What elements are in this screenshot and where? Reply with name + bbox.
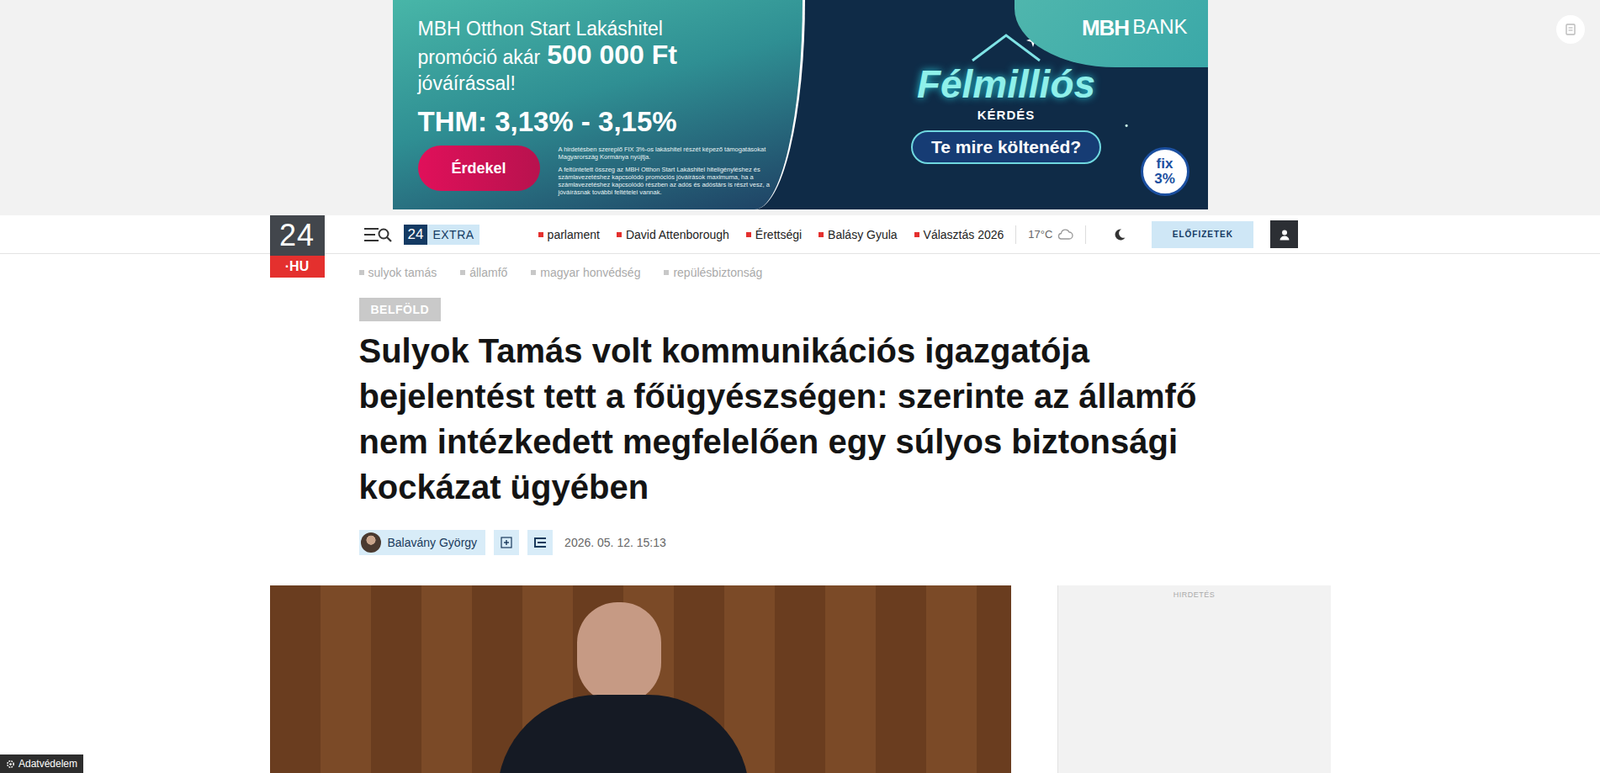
tag-marker: [530, 270, 536, 276]
link-marker: [616, 232, 622, 238]
photo-figure: [577, 602, 662, 704]
ad-right-panel: MBHBANKFélmilliósKÉRDÉS Te mire költenéd?…: [805, 0, 1208, 210]
divider: [1015, 225, 1017, 244]
user-icon: [1278, 228, 1291, 241]
link-marker: [914, 232, 920, 238]
article-title: Sulyok Tamás volt kommunikációs igazgató…: [359, 328, 1209, 510]
article-meta: Balavány György 2026. 05. 12. 15:13: [359, 529, 1331, 556]
tag-marker: [460, 270, 466, 276]
ad-disclaimers: A hirdetésben szereplő FIX 3%-os lakáshi…: [558, 145, 778, 202]
ad-disclaimer: A feltüntetett összeg az MBH Otthon Star…: [558, 165, 778, 197]
ad-headline: MBH Otthon Start Lakáshitel: [418, 16, 783, 41]
ad-thm: THM: 3,13% - 3,15%: [418, 105, 783, 139]
menu-search-icon[interactable]: [363, 225, 393, 244]
ad-banner[interactable]: MBH Otthon Start Lakáshitelpromóció akár…: [392, 0, 1208, 210]
moon-icon[interactable]: [1112, 227, 1127, 242]
campaign-subtitle: KÉRDÉS: [977, 107, 1036, 122]
nav-link[interactable]: parlament: [538, 227, 600, 242]
nav-links: parlament David Attenborough Érettségi Balá…: [538, 227, 1005, 242]
bank-logo: MBHBANK: [1014, 0, 1208, 68]
tag-row: sulyok tamás államfő magyar honvédség repül…: [270, 264, 1331, 281]
author-avatar: [360, 532, 382, 553]
campaign-title: Félmilliós: [916, 62, 1096, 106]
photo-figure-body: [497, 694, 750, 773]
ad-bottom-row: Érdekel A hirdetésben szereplő FIX 3%-os …: [418, 145, 783, 202]
reader-button[interactable]: [1556, 15, 1585, 44]
tag-link[interactable]: repülésbiztonság: [663, 265, 763, 280]
nav-link[interactable]: Érettségi: [746, 227, 802, 242]
tag-link[interactable]: magyar honvédség: [530, 265, 641, 280]
fix-badge: fix3%: [1140, 147, 1190, 197]
tag-link[interactable]: sulyok tamás: [359, 265, 438, 280]
extra-e-icon: [533, 536, 547, 549]
cloud-icon: [1056, 228, 1074, 240]
tag-link[interactable]: államfő: [460, 265, 508, 280]
tag-marker: [663, 270, 669, 276]
article-header: BELFÖLD Sulyok Tamás volt kommunikációs i…: [270, 280, 1331, 556]
sidebar-ad: HIRDETÉS: [1057, 585, 1331, 773]
nav-link[interactable]: David Attenborough: [616, 227, 730, 242]
site-logo-wrap: 24·HU: [270, 215, 325, 254]
ad-cta-button[interactable]: Érdekel: [418, 145, 541, 191]
nav-link[interactable]: Balásy Gyula: [818, 227, 897, 242]
campaign-question: Te mire költenéd?: [911, 130, 1102, 165]
privacy-button[interactable]: Adatvédelem: [0, 754, 84, 773]
follow-button[interactable]: [493, 529, 520, 556]
site-logo[interactable]: 24·HU: [270, 215, 325, 278]
document-icon: [1565, 23, 1576, 36]
extra-button[interactable]: [527, 529, 553, 556]
author-pill[interactable]: Balavány György: [359, 529, 487, 556]
article-photo: [270, 585, 1012, 773]
category-badge[interactable]: BELFÖLD: [359, 297, 442, 322]
plus-icon: [500, 536, 513, 549]
nav-link[interactable]: Választás 2026: [914, 227, 1005, 242]
user-button[interactable]: [1270, 220, 1299, 249]
ad-disclaimer: A hirdetésben szereplő FIX 3%-os lakáshi…: [558, 145, 778, 161]
divider: [1085, 225, 1087, 244]
tag-marker: [359, 270, 365, 276]
nav-bar: 24·HU 24EXTRA parlament David Attenborough É…: [0, 215, 1600, 255]
page: MBH Otthon Start Lakáshitelpromóció akár…: [0, 0, 1600, 773]
ad-promo: promóció akár500 000 Ft: [418, 40, 783, 72]
ad-left-panel: MBH Otthon Start Lakáshitelpromóció akár…: [392, 0, 806, 210]
content-row: HIRDETÉS: [270, 585, 1331, 773]
link-marker: [538, 232, 544, 238]
main-content: sulyok tamás államfő magyar honvédség repül…: [270, 264, 1331, 773]
ad-promo-suffix: jóváírással!: [418, 71, 783, 96]
top-ad-area: MBH Otthon Start Lakáshitelpromóció akár…: [0, 0, 1600, 216]
link-marker: [818, 232, 824, 238]
link-marker: [746, 232, 752, 238]
gear-icon: [5, 759, 16, 769]
weather: 17°C: [1027, 227, 1074, 241]
subscribe-button[interactable]: ELŐFIZETEK: [1151, 221, 1254, 249]
extra-logo[interactable]: 24EXTRA: [403, 224, 480, 245]
article-date: 2026. 05. 12. 15:13: [564, 535, 667, 550]
